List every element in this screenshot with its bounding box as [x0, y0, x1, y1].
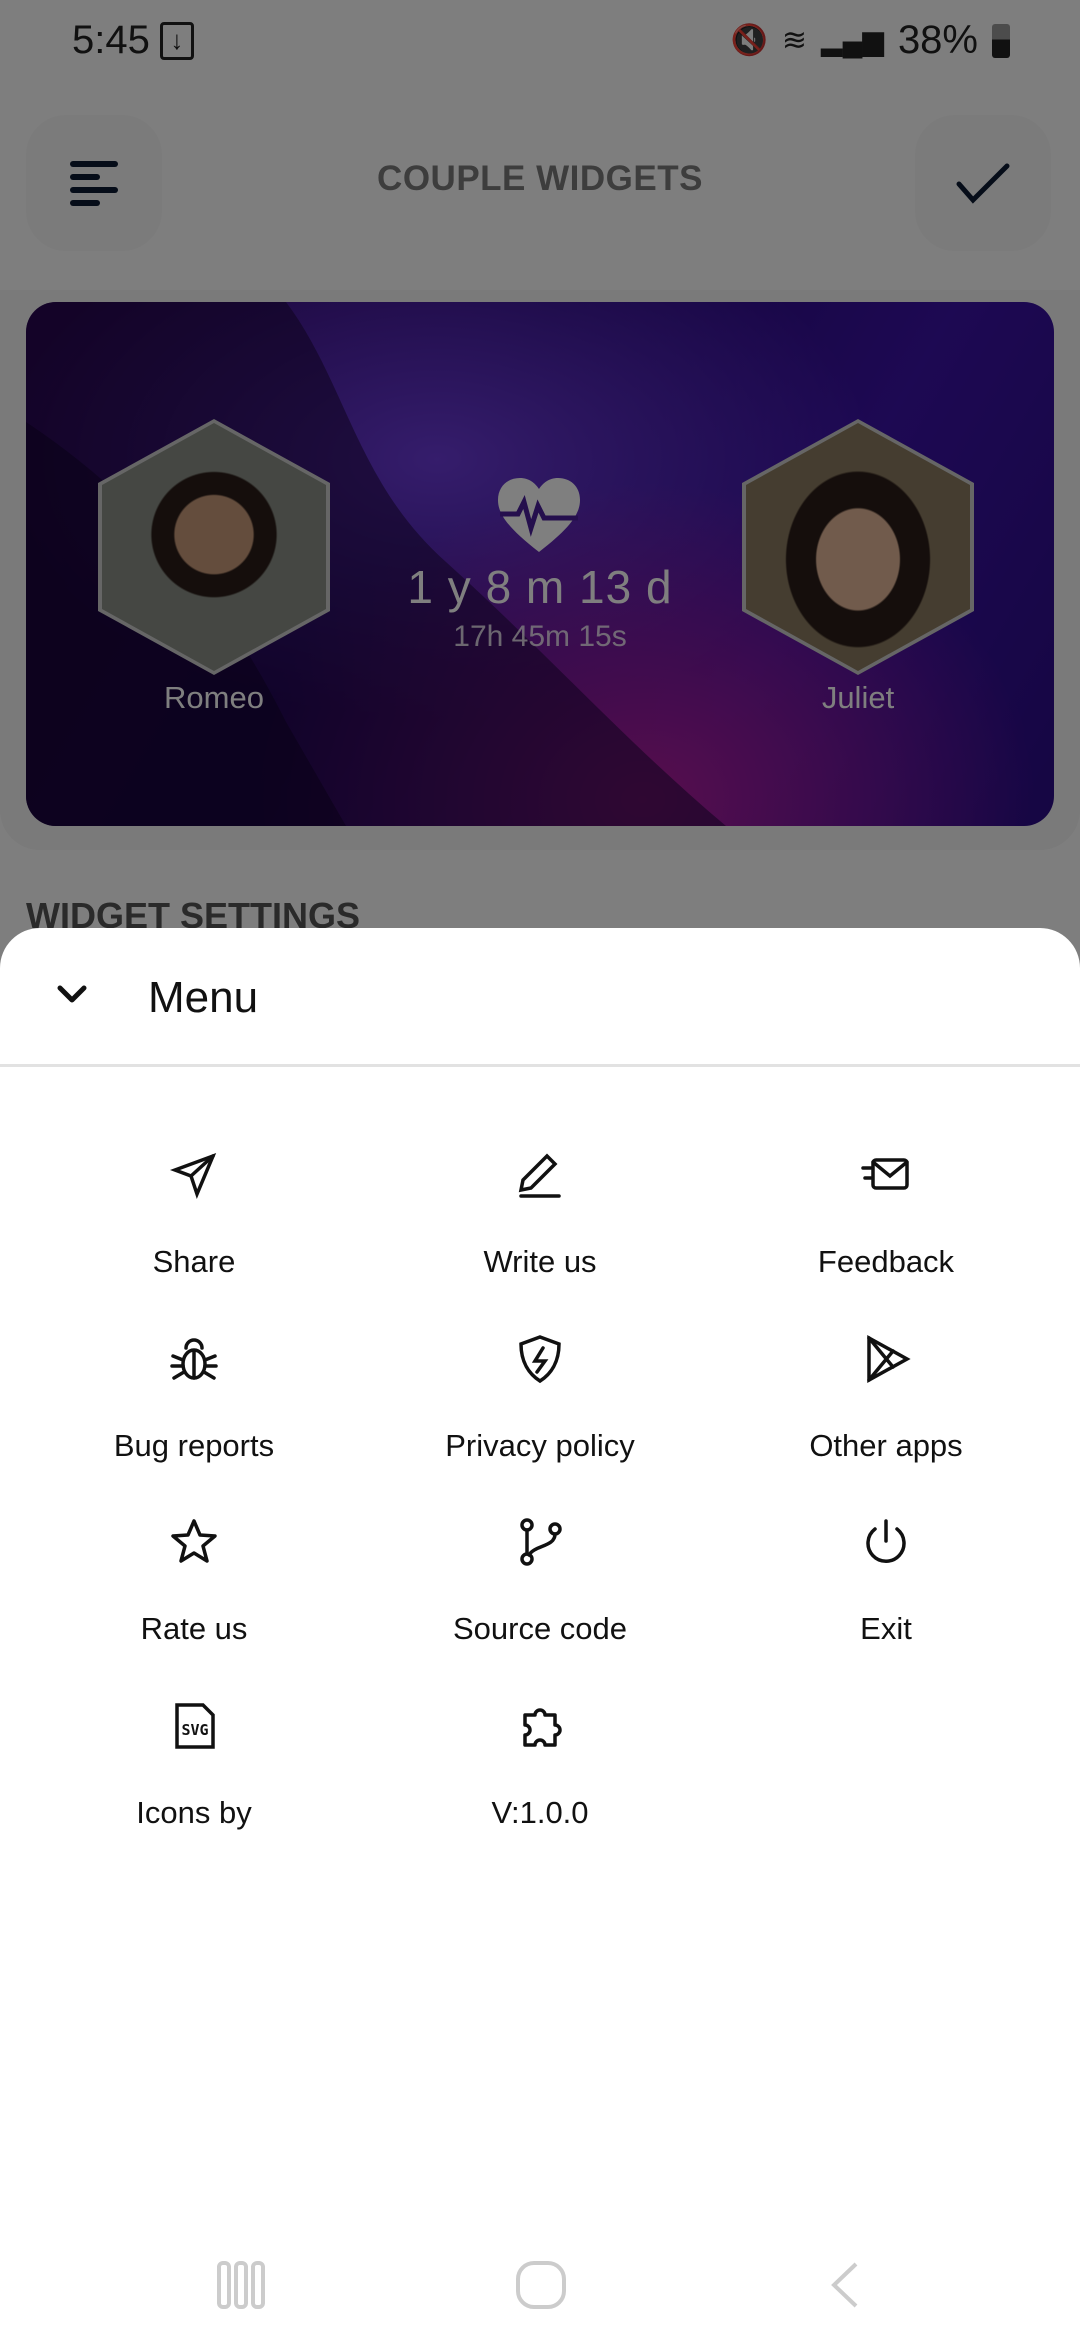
menu-item-label: Icons by [136, 1795, 252, 1830]
menu-item-label: Other apps [809, 1428, 963, 1463]
menu-item-label: Source code [452, 1611, 628, 1646]
menu-title: Menu [148, 973, 259, 1022]
menu-item-exit[interactable]: Exit [716, 1487, 1056, 1717]
menu-item-label: Bug reports [113, 1428, 275, 1463]
power-icon [866, 1519, 906, 1563]
puzzle-icon [523, 1708, 562, 1747]
svg-text:SVG: SVG [181, 1721, 208, 1739]
send-icon [169, 1152, 217, 1199]
menu-item-v-1-0-0[interactable]: V:1.0.0 [370, 1671, 710, 1901]
git-branch-icon [520, 1518, 562, 1566]
menu-item-label: Privacy policy [445, 1428, 635, 1463]
menu-item-label: Exit [860, 1611, 912, 1646]
pencil-icon [518, 1153, 561, 1198]
star-icon [171, 1519, 217, 1563]
recents-button[interactable] [216, 2260, 266, 2315]
menu-bottom-sheet: Menu Share Write us Feedback Bug reports Pri… [0, 928, 1080, 2340]
menu-item-label: Write us [483, 1244, 597, 1279]
chevron-down-icon[interactable] [52, 978, 92, 1008]
menu-item-label: V:1.0.0 [491, 1795, 589, 1830]
bug-icon [170, 1338, 218, 1380]
menu-header: Menu [0, 928, 1080, 1067]
menu-item-label: Feedback [817, 1244, 955, 1279]
shield-bolt-icon [519, 1335, 561, 1384]
menu-item-icons-by[interactable]: SVG Icons by [24, 1671, 364, 1901]
mail-fast-icon [861, 1158, 909, 1190]
menu-item-label: Rate us [140, 1611, 248, 1646]
svg-icon: SVG [175, 1703, 215, 1749]
back-button[interactable] [826, 2260, 862, 2315]
menu-item-label: Share [152, 1244, 236, 1279]
play-store-icon [867, 1335, 911, 1383]
home-button[interactable] [515, 2260, 567, 2315]
navigation-bar [0, 2220, 1080, 2340]
